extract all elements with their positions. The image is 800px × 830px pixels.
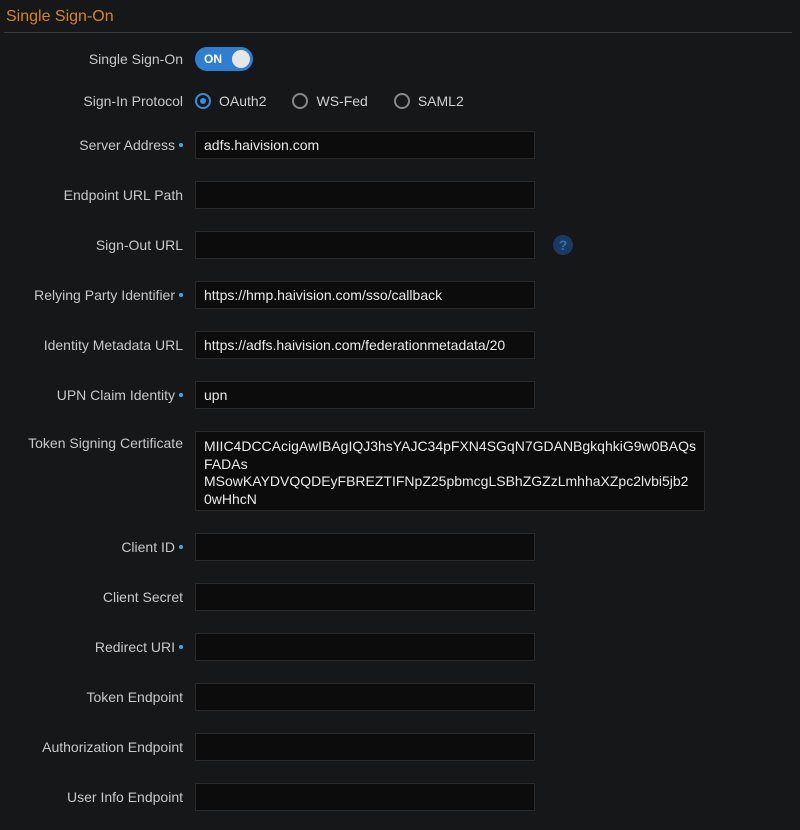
client-secret-input[interactable] <box>195 583 535 611</box>
toggle-on-text: ON <box>204 52 222 66</box>
row-upn-claim: UPN Claim Identity <box>4 381 792 409</box>
radio-circle-icon <box>195 93 211 109</box>
label-client-secret: Client Secret <box>4 589 189 605</box>
toggle-knob <box>232 50 250 68</box>
label-redirect-uri: Redirect URI <box>4 639 189 655</box>
row-token-endpoint: Token Endpoint <box>4 683 792 711</box>
label-sign-out-url: Sign-Out URL <box>4 237 189 253</box>
sign-out-url-input[interactable] <box>195 231 535 259</box>
row-signin-protocol: Sign-In Protocol OAuth2 WS-Fed SAML2 <box>4 93 792 109</box>
label-upn-claim: UPN Claim Identity <box>4 387 189 403</box>
required-dot-icon <box>179 545 183 549</box>
radio-wsfed[interactable]: WS-Fed <box>292 93 367 109</box>
radio-label-wsfed: WS-Fed <box>316 93 367 109</box>
radio-saml2[interactable]: SAML2 <box>394 93 464 109</box>
row-identity-metadata: Identity Metadata URL <box>4 331 792 359</box>
radio-circle-icon <box>292 93 308 109</box>
client-id-input[interactable] <box>195 533 535 561</box>
radio-label-saml2: SAML2 <box>418 93 464 109</box>
row-sso-toggle: Single Sign-On ON <box>4 47 792 71</box>
radio-circle-icon <box>394 93 410 109</box>
row-auth-endpoint: Authorization Endpoint <box>4 733 792 761</box>
row-endpoint-url: Endpoint URL Path <box>4 181 792 209</box>
label-signin-protocol: Sign-In Protocol <box>4 93 189 109</box>
required-dot-icon <box>179 393 183 397</box>
section-title: Single Sign-On <box>4 4 792 32</box>
label-endpoint-url: Endpoint URL Path <box>4 187 189 203</box>
required-dot-icon <box>179 645 183 649</box>
radio-label-oauth2: OAuth2 <box>219 93 266 109</box>
server-address-input[interactable] <box>195 131 535 159</box>
protocol-radio-group: OAuth2 WS-Fed SAML2 <box>195 93 464 109</box>
endpoint-url-input[interactable] <box>195 181 535 209</box>
help-icon[interactable]: ? <box>553 235 573 255</box>
label-token-cert: Token Signing Certificate <box>4 431 189 451</box>
row-relying-party: Relying Party Identifier <box>4 281 792 309</box>
user-info-input[interactable] <box>195 783 535 811</box>
sso-toggle[interactable]: ON <box>195 47 253 71</box>
label-relying-party: Relying Party Identifier <box>4 287 189 303</box>
token-cert-textarea[interactable] <box>195 431 705 511</box>
label-identity-metadata: Identity Metadata URL <box>4 337 189 353</box>
row-client-id: Client ID <box>4 533 792 561</box>
row-sign-out-url: Sign-Out URL ? <box>4 231 792 259</box>
row-server-address: Server Address <box>4 131 792 159</box>
row-token-cert: Token Signing Certificate <box>4 431 792 511</box>
radio-oauth2[interactable]: OAuth2 <box>195 93 266 109</box>
redirect-uri-input[interactable] <box>195 633 535 661</box>
label-client-id: Client ID <box>4 539 189 555</box>
required-dot-icon <box>179 293 183 297</box>
label-sso-toggle: Single Sign-On <box>4 51 189 67</box>
auth-endpoint-input[interactable] <box>195 733 535 761</box>
form-rows: Single Sign-On ON Sign-In Protocol OAuth… <box>4 47 792 830</box>
label-token-endpoint: Token Endpoint <box>4 689 189 705</box>
section-divider <box>4 32 792 33</box>
row-user-info: User Info Endpoint <box>4 783 792 811</box>
upn-claim-input[interactable] <box>195 381 535 409</box>
label-auth-endpoint: Authorization Endpoint <box>4 739 189 755</box>
row-redirect-uri: Redirect URI <box>4 633 792 661</box>
row-client-secret: Client Secret <box>4 583 792 611</box>
token-endpoint-input[interactable] <box>195 683 535 711</box>
required-dot-icon <box>179 143 183 147</box>
label-user-info: User Info Endpoint <box>4 789 189 805</box>
label-server-address: Server Address <box>4 137 189 153</box>
relying-party-input[interactable] <box>195 281 535 309</box>
identity-metadata-input[interactable] <box>195 331 535 359</box>
